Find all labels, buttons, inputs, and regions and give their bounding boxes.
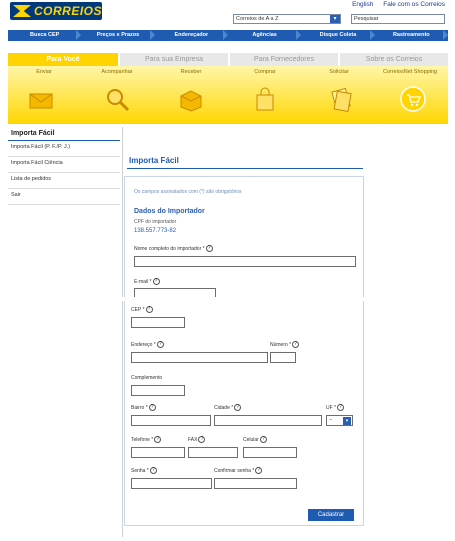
divider — [122, 127, 123, 537]
endereco-label: Endereço *? — [131, 341, 164, 348]
cpf-value: 138.557.773-82 — [134, 228, 177, 234]
help-icon[interactable]: ? — [337, 404, 344, 411]
nav-enderecador[interactable]: Endereçador — [155, 30, 229, 41]
section-title: Dados do Importador — [134, 208, 205, 215]
audience-tabs: Para Você Para sua Empresa Para Forneced… — [8, 53, 448, 67]
help-icon[interactable]: ? — [152, 278, 160, 285]
tab-para-fornecedores[interactable]: Para Fornecedores — [230, 53, 338, 67]
magnifier-icon[interactable] — [104, 86, 130, 112]
nav-rastreamento[interactable]: Rastreamento — [375, 30, 449, 41]
celular-field[interactable] — [243, 447, 297, 458]
senha-label: Senha *? — [131, 467, 157, 474]
bairro-field[interactable] — [131, 415, 211, 426]
title-divider — [127, 168, 363, 169]
complemento-field[interactable] — [131, 385, 185, 396]
menu-item-importa-facil-ciencia[interactable]: Importa Fácil Ciência — [8, 157, 120, 173]
help-icon[interactable]: ? — [149, 467, 157, 474]
email-label: E-mail *? — [134, 278, 160, 285]
category-band: Enviar Acompanhar Receber Comprar Solici… — [8, 66, 448, 124]
numero-field[interactable] — [270, 352, 296, 363]
chevron-down-icon[interactable]: ▾ — [330, 15, 340, 23]
category-receber[interactable]: Receber — [156, 69, 226, 75]
required-note: Os campos assinalados com (*) são obriga… — [134, 189, 242, 195]
tab-sobre-correios[interactable]: Sobre os Correios — [340, 53, 448, 67]
contact-link[interactable]: Fale com os Correios — [383, 1, 445, 8]
cpf-label: CPF do importador — [134, 219, 177, 225]
shopping-bag-icon[interactable] — [252, 86, 278, 112]
category-enviar[interactable]: Enviar — [9, 69, 79, 75]
nav-disque-coleta[interactable]: Disque Coleta — [301, 30, 375, 41]
nav-precos-prazos[interactable]: Preços e Prazos — [81, 30, 155, 41]
help-icon[interactable]: ? — [205, 245, 213, 252]
nome-label: Nome completo do importador *? — [134, 245, 213, 252]
search-input[interactable]: Pesquisar — [351, 14, 445, 24]
correios-logo-icon — [13, 5, 31, 17]
shopping-cart-icon[interactable] — [400, 86, 426, 112]
main-nav: Busca CEP Preços e Prazos Endereçador Ag… — [8, 30, 449, 41]
brand-name: CORREIOS — [34, 4, 103, 18]
cidade-label: Cidade *? — [214, 404, 242, 411]
page: { "header": { "brand": "CORREIOS", "top_… — [0, 0, 455, 541]
uf-label: UF *? — [326, 404, 344, 411]
left-menu-title: Importa Fácil — [8, 127, 120, 141]
documents-icon[interactable] — [328, 86, 354, 112]
confirmar-senha-field[interactable] — [214, 478, 297, 489]
cadastrar-button[interactable]: Cadastrar — [308, 509, 354, 521]
cep-label: CEP *? — [131, 306, 153, 313]
package-icon[interactable] — [178, 86, 204, 112]
tab-para-voce[interactable]: Para Você — [8, 53, 118, 67]
nav-busca-cep[interactable]: Busca CEP — [8, 30, 82, 41]
menu-item-sair[interactable]: Sair — [8, 189, 120, 205]
confirmar-senha-label: Confirmar senha *? — [214, 467, 263, 474]
help-icon[interactable]: ? — [154, 436, 162, 443]
help-icon[interactable]: ? — [148, 404, 156, 411]
celular-label: Celular? — [243, 436, 267, 443]
top-links: English Fale com os Correios — [344, 1, 445, 8]
left-menu: Importa Fácil Importa Fácil (P. F./P. J.… — [8, 127, 120, 205]
help-icon[interactable]: ? — [292, 341, 300, 348]
fax-label: FAX? — [188, 436, 206, 443]
nav-agencias[interactable]: Agências — [228, 30, 302, 41]
uf-select[interactable]: -- ▾ — [326, 415, 353, 426]
menu-item-importa-facil-pfpj[interactable]: Importa Fácil (P. F./P. J.) — [8, 141, 120, 157]
cidade-field[interactable] — [214, 415, 322, 426]
category-solicitar[interactable]: Solicitar — [304, 69, 374, 75]
senha-field[interactable] — [131, 478, 212, 489]
correios-logo[interactable]: CORREIOS — [10, 2, 102, 20]
page-title: Importa Fácil — [129, 156, 179, 165]
help-icon[interactable]: ? — [234, 404, 242, 411]
help-icon[interactable]: ? — [255, 467, 263, 474]
cep-field[interactable] — [131, 317, 185, 328]
category-correiosnet[interactable]: CorreiosNet Shopping — [375, 69, 445, 75]
complemento-label: Complemento — [131, 375, 163, 381]
fax-field[interactable] — [188, 447, 238, 458]
category-comprar[interactable]: Comprar — [230, 69, 300, 75]
bairro-label: Bairro *? — [131, 404, 156, 411]
telefone-field[interactable] — [131, 447, 185, 458]
tab-para-empresa[interactable]: Para sua Empresa — [120, 53, 228, 67]
help-icon[interactable]: ? — [145, 306, 153, 313]
numero-label: Número *? — [270, 341, 300, 348]
english-link[interactable]: English — [352, 1, 373, 8]
chevron-down-icon[interactable]: ▾ — [343, 417, 351, 425]
help-icon[interactable]: ? — [156, 341, 164, 348]
help-icon[interactable]: ? — [259, 436, 267, 443]
envelope-icon[interactable] — [28, 86, 54, 112]
telefone-label: Telefone *? — [131, 436, 162, 443]
endereco-field[interactable] — [131, 352, 268, 363]
screenshot-gap — [0, 297, 455, 301]
nome-field[interactable] — [134, 256, 356, 267]
menu-item-lista-pedidos[interactable]: Lista de pedidos — [8, 173, 120, 189]
help-icon[interactable]: ? — [198, 436, 206, 443]
correios-a-z-select[interactable]: Correios de A a Z ▾ — [233, 14, 341, 24]
category-acompanhar[interactable]: Acompanhar — [82, 69, 152, 75]
